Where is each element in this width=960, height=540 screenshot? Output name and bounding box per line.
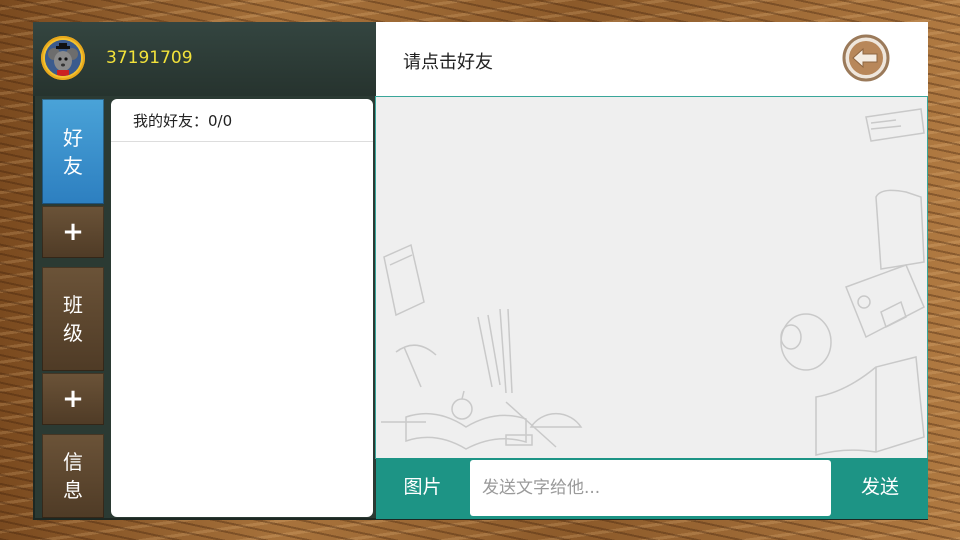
sidebar-item-label: 班级 — [63, 293, 83, 345]
add-class-button[interactable]: + — [42, 373, 104, 425]
back-button[interactable] — [842, 34, 890, 82]
title-bar: 请点击好友 — [376, 22, 928, 96]
avatar[interactable] — [41, 36, 85, 80]
user-bar: 37191709 — [33, 22, 376, 96]
sidebar-item-class[interactable]: 班级 — [42, 267, 104, 371]
image-button[interactable]: 图片 — [376, 458, 469, 519]
send-button[interactable]: 发送 — [832, 458, 928, 519]
plus-icon: + — [62, 217, 84, 247]
sidebar-item-label: 好友 — [63, 125, 83, 178]
back-arrow-icon — [842, 34, 890, 82]
friend-count-header: 我的好友：0/0 — [111, 99, 373, 142]
friend-list-panel: 我的好友：0/0 — [111, 99, 373, 517]
user-id: 37191709 — [106, 48, 193, 68]
message-input[interactable] — [470, 460, 831, 516]
school-doodle-background — [381, 108, 925, 456]
message-composer: 图片 发送 — [376, 458, 928, 519]
chat-message-area — [375, 96, 928, 459]
sidebar-item-messages[interactable]: 信息 — [42, 434, 104, 518]
sidebar-item-label: 信息 — [63, 450, 83, 502]
sidebar-item-friends[interactable]: 好友 — [42, 99, 104, 204]
page-title: 请点击好友 — [403, 52, 493, 73]
plus-icon: + — [62, 384, 84, 414]
add-friend-button[interactable]: + — [42, 206, 104, 258]
mouse-avatar-icon — [45, 40, 81, 76]
